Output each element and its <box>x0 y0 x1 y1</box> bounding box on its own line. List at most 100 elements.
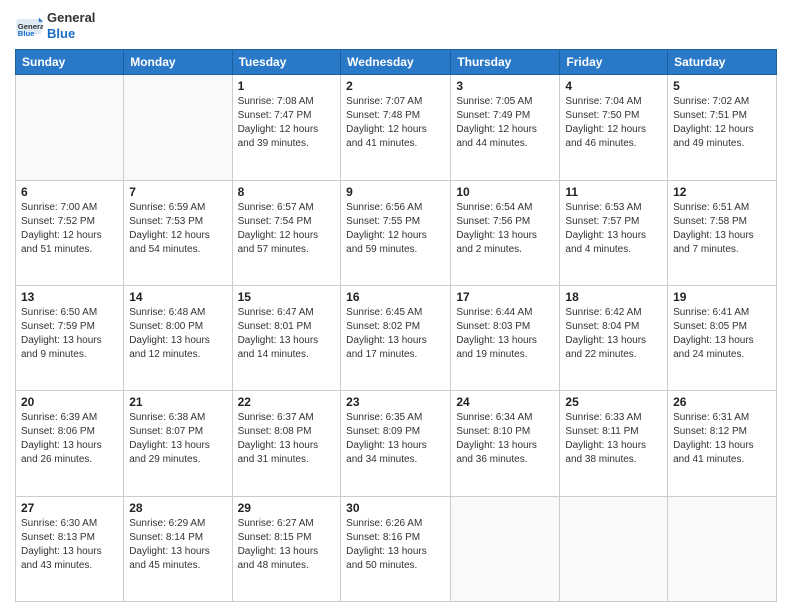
day-number: 3 <box>456 79 554 93</box>
logo-icon: General Blue <box>15 12 43 40</box>
day-number: 23 <box>346 395 445 409</box>
day-number: 30 <box>346 501 445 515</box>
day-number: 9 <box>346 185 445 199</box>
day-info: Sunrise: 7:05 AM Sunset: 7:49 PM Dayligh… <box>456 95 554 151</box>
day-info: Sunrise: 6:51 AM Sunset: 7:58 PM Dayligh… <box>673 201 771 257</box>
calendar-week-3: 13Sunrise: 6:50 AM Sunset: 7:59 PM Dayli… <box>16 285 777 390</box>
day-info: Sunrise: 6:33 AM Sunset: 8:11 PM Dayligh… <box>565 411 662 467</box>
col-friday: Friday <box>560 50 668 75</box>
calendar-cell: 7Sunrise: 6:59 AM Sunset: 7:53 PM Daylig… <box>124 180 232 285</box>
day-info: Sunrise: 6:38 AM Sunset: 8:07 PM Dayligh… <box>129 411 226 467</box>
day-number: 4 <box>565 79 662 93</box>
calendar-cell: 6 Sunrise: 7:00 AM Sunset: 7:52 PM Daylig… <box>16 180 124 285</box>
day-info: Sunrise: 6:41 AM Sunset: 8:05 PM Dayligh… <box>673 306 771 362</box>
calendar-cell: 1 Sunrise: 7:08 AM Sunset: 7:47 PM Daylig… <box>232 75 341 180</box>
col-tuesday: Tuesday <box>232 50 341 75</box>
day-number: 13 <box>21 290 118 304</box>
calendar-cell: 3 Sunrise: 7:05 AM Sunset: 7:49 PM Daylig… <box>451 75 560 180</box>
day-number: 15 <box>238 290 336 304</box>
day-info: Sunrise: 6:56 AM Sunset: 7:55 PM Dayligh… <box>346 201 445 257</box>
col-thursday: Thursday <box>451 50 560 75</box>
day-number: 19 <box>673 290 771 304</box>
day-number: 11 <box>565 185 662 199</box>
calendar-cell: 10 Sunrise: 6:54 AM Sunset: 7:56 PM Dayli… <box>451 180 560 285</box>
day-number: 27 <box>21 501 118 515</box>
calendar-cell: 15 Sunrise: 6:47 AM Sunset: 8:01 PM Dayli… <box>232 285 341 390</box>
day-info: Sunrise: 7:07 AM Sunset: 7:48 PM Dayligh… <box>346 95 445 151</box>
calendar-cell: 14 Sunrise: 6:48 AM Sunset: 8:00 PM Dayli… <box>124 285 232 390</box>
calendar-cell <box>124 75 232 180</box>
calendar-cell: 13Sunrise: 6:50 AM Sunset: 7:59 PM Dayli… <box>16 285 124 390</box>
day-number: 6 <box>21 185 118 199</box>
page: General Blue General Blue Sunday Monday … <box>0 0 792 612</box>
day-info: Sunrise: 6:34 AM Sunset: 8:10 PM Dayligh… <box>456 411 554 467</box>
day-info: Sunrise: 7:02 AM Sunset: 7:51 PM Dayligh… <box>673 95 771 151</box>
day-info: Sunrise: 6:48 AM Sunset: 8:00 PM Dayligh… <box>129 306 226 362</box>
day-number: 20 <box>21 395 118 409</box>
day-info: Sunrise: 6:47 AM Sunset: 8:01 PM Dayligh… <box>238 306 336 362</box>
calendar-table: Sunday Monday Tuesday Wednesday Thursday… <box>15 49 777 602</box>
day-info: Sunrise: 6:44 AM Sunset: 8:03 PM Dayligh… <box>456 306 554 362</box>
calendar-cell: 24 Sunrise: 6:34 AM Sunset: 8:10 PM Dayli… <box>451 391 560 496</box>
calendar-cell: 29Sunrise: 6:27 AM Sunset: 8:15 PM Dayli… <box>232 496 341 601</box>
day-number: 10 <box>456 185 554 199</box>
calendar-cell: 25Sunrise: 6:33 AM Sunset: 8:11 PM Dayli… <box>560 391 668 496</box>
calendar-cell <box>451 496 560 601</box>
calendar-cell: 4 Sunrise: 7:04 AM Sunset: 7:50 PM Daylig… <box>560 75 668 180</box>
calendar-cell: 27Sunrise: 6:30 AM Sunset: 8:13 PM Dayli… <box>16 496 124 601</box>
day-number: 12 <box>673 185 771 199</box>
calendar-cell: 16Sunrise: 6:45 AM Sunset: 8:02 PM Dayli… <box>341 285 451 390</box>
day-info: Sunrise: 6:37 AM Sunset: 8:08 PM Dayligh… <box>238 411 336 467</box>
calendar-cell: 23Sunrise: 6:35 AM Sunset: 8:09 PM Dayli… <box>341 391 451 496</box>
calendar-cell: 19 Sunrise: 6:41 AM Sunset: 8:05 PM Dayli… <box>668 285 777 390</box>
day-info: Sunrise: 7:04 AM Sunset: 7:50 PM Dayligh… <box>565 95 662 151</box>
day-info: Sunrise: 7:08 AM Sunset: 7:47 PM Dayligh… <box>238 95 336 151</box>
calendar-cell: 9 Sunrise: 6:56 AM Sunset: 7:55 PM Daylig… <box>341 180 451 285</box>
calendar-week-1: 1 Sunrise: 7:08 AM Sunset: 7:47 PM Daylig… <box>16 75 777 180</box>
calendar-cell <box>668 496 777 601</box>
day-info: Sunrise: 6:59 AM Sunset: 7:53 PM Dayligh… <box>129 201 226 257</box>
calendar-cell: 22Sunrise: 6:37 AM Sunset: 8:08 PM Dayli… <box>232 391 341 496</box>
day-info: Sunrise: 6:29 AM Sunset: 8:14 PM Dayligh… <box>129 517 226 573</box>
col-monday: Monday <box>124 50 232 75</box>
col-saturday: Saturday <box>668 50 777 75</box>
calendar-week-4: 20 Sunrise: 6:39 AM Sunset: 8:06 PM Dayli… <box>16 391 777 496</box>
logo-blue: Blue <box>47 26 95 42</box>
day-info: Sunrise: 6:57 AM Sunset: 7:54 PM Dayligh… <box>238 201 336 257</box>
calendar-cell: 30Sunrise: 6:26 AM Sunset: 8:16 PM Dayli… <box>341 496 451 601</box>
day-number: 2 <box>346 79 445 93</box>
day-info: Sunrise: 7:00 AM Sunset: 7:52 PM Dayligh… <box>21 201 118 257</box>
day-number: 29 <box>238 501 336 515</box>
calendar-cell: 17Sunrise: 6:44 AM Sunset: 8:03 PM Dayli… <box>451 285 560 390</box>
calendar-cell: 11Sunrise: 6:53 AM Sunset: 7:57 PM Dayli… <box>560 180 668 285</box>
day-info: Sunrise: 6:31 AM Sunset: 8:12 PM Dayligh… <box>673 411 771 467</box>
calendar-cell: 28 Sunrise: 6:29 AM Sunset: 8:14 PM Dayli… <box>124 496 232 601</box>
calendar-cell: 20 Sunrise: 6:39 AM Sunset: 8:06 PM Dayli… <box>16 391 124 496</box>
calendar-cell: 5 Sunrise: 7:02 AM Sunset: 7:51 PM Daylig… <box>668 75 777 180</box>
day-number: 28 <box>129 501 226 515</box>
day-info: Sunrise: 6:45 AM Sunset: 8:02 PM Dayligh… <box>346 306 445 362</box>
day-info: Sunrise: 6:54 AM Sunset: 7:56 PM Dayligh… <box>456 201 554 257</box>
day-number: 18 <box>565 290 662 304</box>
col-sunday: Sunday <box>16 50 124 75</box>
calendar-cell: 2 Sunrise: 7:07 AM Sunset: 7:48 PM Daylig… <box>341 75 451 180</box>
header: General Blue General Blue <box>15 10 777 41</box>
calendar-cell <box>16 75 124 180</box>
calendar-cell: 8 Sunrise: 6:57 AM Sunset: 7:54 PM Daylig… <box>232 180 341 285</box>
calendar-week-2: 6 Sunrise: 7:00 AM Sunset: 7:52 PM Daylig… <box>16 180 777 285</box>
logo-general: General <box>47 10 95 26</box>
day-info: Sunrise: 6:42 AM Sunset: 8:04 PM Dayligh… <box>565 306 662 362</box>
day-number: 26 <box>673 395 771 409</box>
calendar-cell: 21Sunrise: 6:38 AM Sunset: 8:07 PM Dayli… <box>124 391 232 496</box>
calendar-week-5: 27Sunrise: 6:30 AM Sunset: 8:13 PM Dayli… <box>16 496 777 601</box>
logo: General Blue General Blue <box>15 10 95 41</box>
day-info: Sunrise: 6:39 AM Sunset: 8:06 PM Dayligh… <box>21 411 118 467</box>
calendar-cell <box>560 496 668 601</box>
day-number: 1 <box>238 79 336 93</box>
day-number: 8 <box>238 185 336 199</box>
header-row: Sunday Monday Tuesday Wednesday Thursday… <box>16 50 777 75</box>
day-number: 5 <box>673 79 771 93</box>
svg-text:Blue: Blue <box>18 28 35 37</box>
day-number: 14 <box>129 290 226 304</box>
day-number: 24 <box>456 395 554 409</box>
